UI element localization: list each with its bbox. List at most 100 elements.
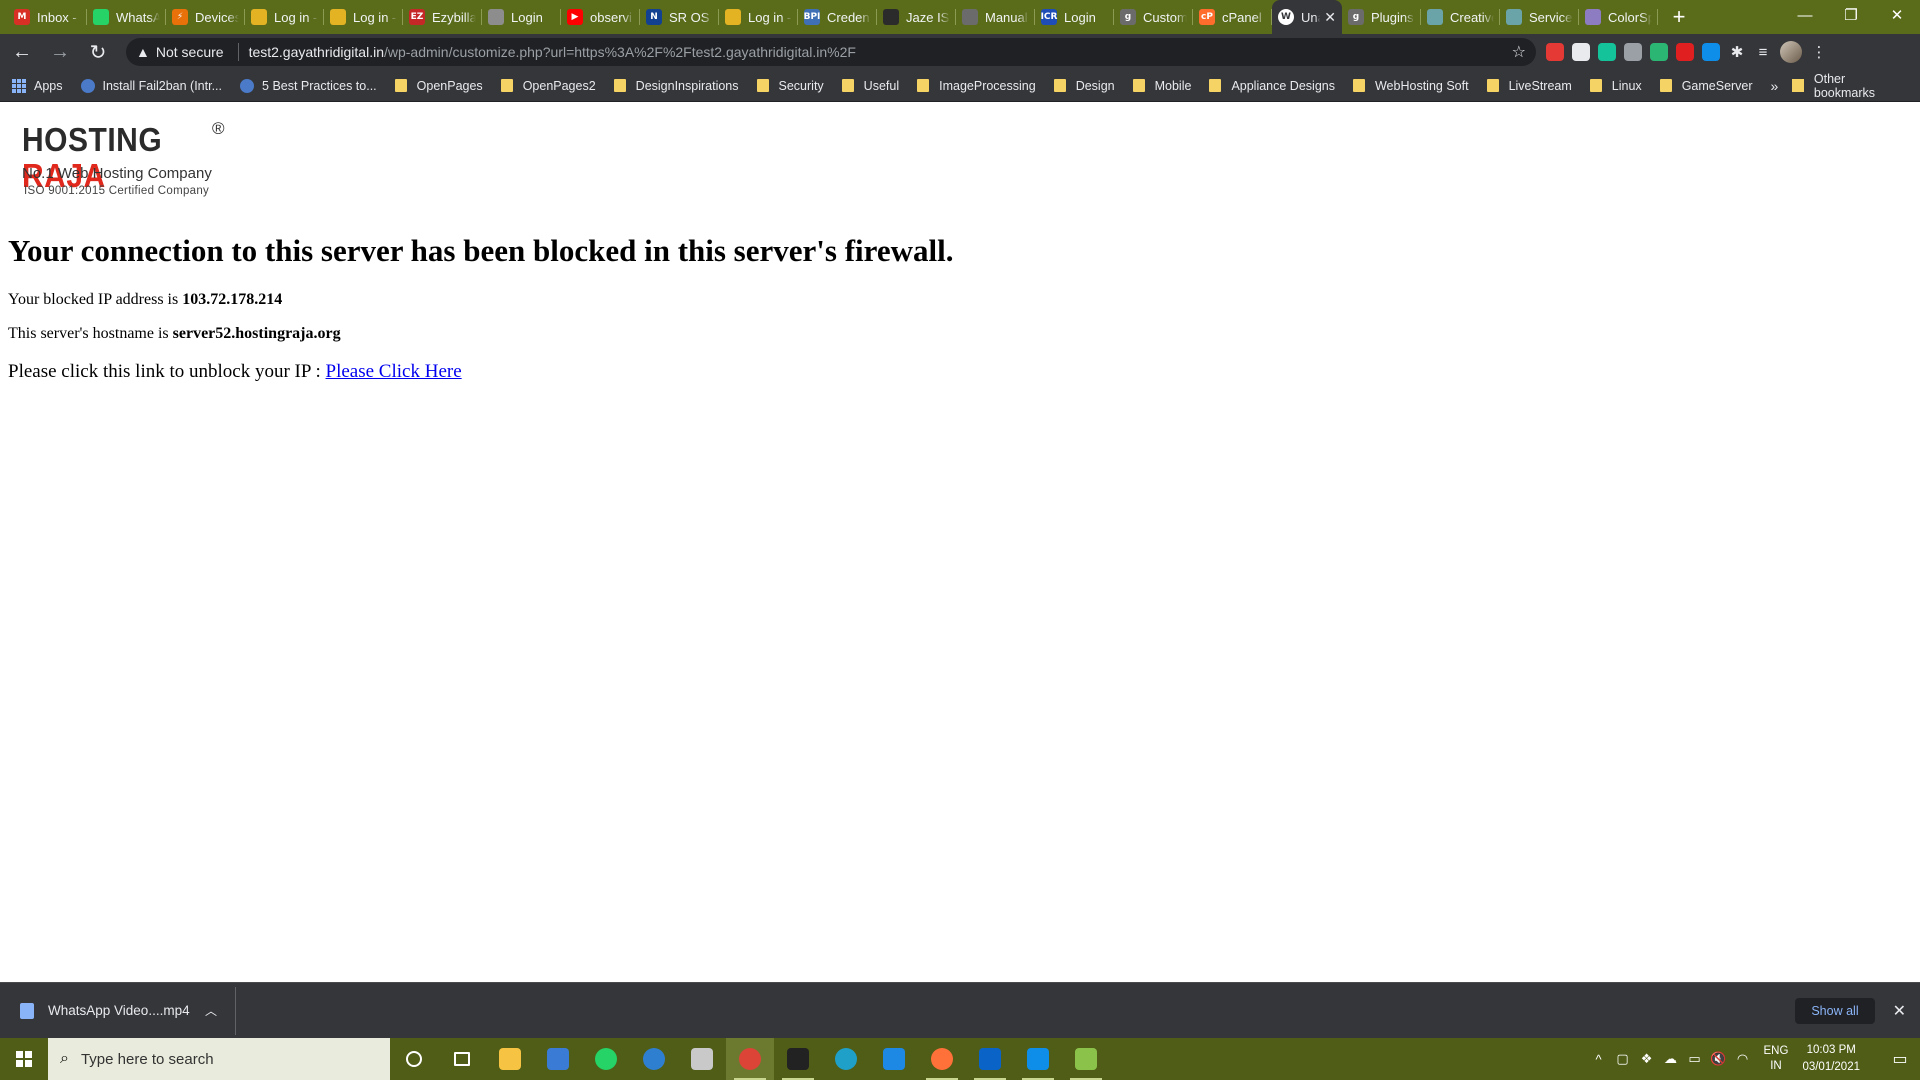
onedrive-icon[interactable]: ☁ (1660, 1051, 1682, 1067)
profile-avatar[interactable] (1780, 41, 1802, 63)
notification-icon[interactable]: ▭ (1880, 1049, 1920, 1069)
browser-tab[interactable]: ColorSp (1579, 0, 1658, 34)
tab-title: Log in - (353, 9, 397, 25)
browser-tab[interactable]: WhatsApp (87, 0, 166, 34)
taskbar-app-whatsapp[interactable] (582, 1038, 630, 1080)
chevron-up-icon[interactable]: ︿ (205, 1002, 217, 1019)
start-button[interactable] (0, 1038, 48, 1080)
taskbar-app-notepadpp[interactable] (1062, 1038, 1110, 1080)
bookmark-star-icon[interactable]: ☆ (1512, 42, 1526, 62)
taskbar-app-notes[interactable] (870, 1038, 918, 1080)
minimize-button[interactable]: — (1782, 0, 1828, 30)
taskbar-app-file-explorer[interactable] (486, 1038, 534, 1080)
browser-tab[interactable]: g Plugins (1342, 0, 1421, 34)
taskbar-app-vnc[interactable] (774, 1038, 822, 1080)
browser-tab[interactable]: Login (482, 0, 561, 34)
red-extension-icon[interactable] (1546, 43, 1564, 61)
bookmark-item[interactable]: GameServer (1659, 79, 1753, 93)
bookmark-item[interactable]: DesignInspirations (613, 79, 739, 93)
battery-icon[interactable]: ▭ (1684, 1051, 1706, 1067)
bookmark-item[interactable]: Linux (1589, 79, 1642, 93)
bookmark-item[interactable]: LiveStream (1486, 79, 1572, 93)
magnifier-extension-icon[interactable] (1624, 43, 1642, 61)
logo-word-hosting: HOSTING (22, 121, 163, 159)
other-bookmarks-button[interactable]: Other bookmarks (1792, 72, 1906, 100)
browser-tab[interactable]: M Inbox - (8, 0, 87, 34)
bookmark-item[interactable]: Apps (12, 78, 63, 93)
security-label[interactable]: Not secure (156, 44, 224, 60)
teamviewer-icon[interactable] (1702, 43, 1720, 61)
taskbar-app-edge[interactable] (822, 1038, 870, 1080)
bookmark-item[interactable]: OpenPages (394, 79, 483, 93)
reload-button[interactable]: ↻ (82, 36, 114, 68)
taskbar-app-skype-like[interactable] (630, 1038, 678, 1080)
language-indicator[interactable]: ENG IN (1764, 1044, 1789, 1074)
back-button[interactable]: ← (6, 36, 38, 68)
volume-muted-icon[interactable]: 🔇 (1708, 1051, 1730, 1067)
chevron-up-icon[interactable]: ^ (1588, 1052, 1610, 1067)
browser-tab[interactable]: Manual (956, 0, 1035, 34)
taskbar-app-pen[interactable] (678, 1038, 726, 1080)
bookmark-item[interactable]: Install Fail2ban (Intr... (80, 78, 222, 93)
bookmark-item[interactable]: Useful (841, 79, 899, 93)
bookmark-item[interactable]: Mobile (1132, 79, 1191, 93)
skype-like-icon (643, 1048, 665, 1070)
circle-extension-icon[interactable] (1572, 43, 1590, 61)
bookmark-item[interactable]: WebHosting Soft (1352, 79, 1469, 93)
browser-tab[interactable]: Services (1500, 0, 1579, 34)
taskbar-app-outlook[interactable] (966, 1038, 1014, 1080)
browser-tab[interactable]: Creative (1421, 0, 1500, 34)
browser-tab[interactable]: cP cPanel (1193, 0, 1272, 34)
close-shelf-icon[interactable]: ✕ (1893, 1001, 1906, 1021)
bookmark-item[interactable]: ImageProcessing (917, 79, 1036, 93)
bookmarks-overflow-button[interactable]: » (1771, 78, 1779, 94)
pdf-icon[interactable] (1676, 43, 1694, 61)
browser-tab[interactable]: Log in - (719, 0, 798, 34)
browser-tab[interactable]: ⚡ Devices (166, 0, 245, 34)
show-all-button[interactable]: Show all (1795, 997, 1875, 1024)
green-extension-icon[interactable] (1650, 43, 1668, 61)
warning-icon[interactable]: ▲ (136, 44, 150, 60)
browser-tab[interactable]: g Custom (1114, 0, 1193, 34)
browser-tab[interactable]: ICR Login (1035, 0, 1114, 34)
grammarly-icon[interactable] (1598, 43, 1616, 61)
browser-tab[interactable]: W Una✕ (1272, 0, 1342, 34)
browser-tab[interactable]: Log in - (324, 0, 403, 34)
taskbar-search-box[interactable]: ⌕ Type here to search (48, 1038, 390, 1080)
taskbar-app-task-view[interactable] (438, 1038, 486, 1080)
download-filename[interactable]: WhatsApp Video....mp4 (48, 1003, 205, 1018)
address-bar[interactable]: ▲ Not secure test2.gayathridigital.in/wp… (126, 38, 1536, 66)
browser-tab[interactable]: BPI Creden (798, 0, 877, 34)
browser-tab[interactable]: Jaze ISP (877, 0, 956, 34)
url-path[interactable]: /wp-admin/customize.php?url=https%3A%2F%… (384, 44, 856, 60)
media-control-icon[interactable]: ≡ (1754, 44, 1772, 61)
bookmark-item[interactable]: OpenPages2 (500, 79, 596, 93)
bookmark-item[interactable]: Security (756, 79, 824, 93)
forward-button[interactable]: → (44, 36, 76, 68)
clock[interactable]: 10:03 PM 03/01/2021 (1802, 1042, 1860, 1076)
taskbar-app-chrome[interactable] (726, 1038, 774, 1080)
extensions-puzzle-icon[interactable]: ✱ (1728, 43, 1746, 61)
browser-tab[interactable]: EZ Ezybilla (403, 0, 482, 34)
bookmark-item[interactable]: Design (1053, 79, 1115, 93)
browser-tab[interactable]: N SR OS C (640, 0, 719, 34)
unblock-link[interactable]: Please Click Here (326, 361, 462, 382)
taskbar-app-firefox[interactable] (918, 1038, 966, 1080)
new-tab-button[interactable]: + (1662, 0, 1696, 34)
browser-tab[interactable]: ▶ observi (561, 0, 640, 34)
device-icon[interactable]: ▢ (1612, 1051, 1634, 1067)
restore-button[interactable]: ❐ (1828, 0, 1874, 30)
bookmark-item[interactable]: Appliance Designs (1209, 79, 1335, 93)
wifi-icon[interactable]: ◠ (1732, 1051, 1754, 1067)
taskbar-app-network[interactable] (534, 1038, 582, 1080)
browser-tab[interactable]: Log in - (245, 0, 324, 34)
dropbox-icon[interactable]: ❖ (1636, 1051, 1658, 1067)
browser-menu-icon[interactable]: ⋮ (1810, 43, 1828, 61)
download-item[interactable]: WhatsApp Video....mp4 ︿ (0, 986, 236, 1035)
taskbar-app-cortana[interactable] (390, 1038, 438, 1080)
taskbar-app-teamviewer[interactable] (1014, 1038, 1062, 1080)
bookmark-item[interactable]: 5 Best Practices to... (240, 78, 377, 93)
url-host[interactable]: test2.gayathridigital.in (249, 44, 384, 60)
close-window-button[interactable]: ✕ (1874, 0, 1920, 30)
close-tab-icon[interactable]: ✕ (1324, 9, 1336, 26)
